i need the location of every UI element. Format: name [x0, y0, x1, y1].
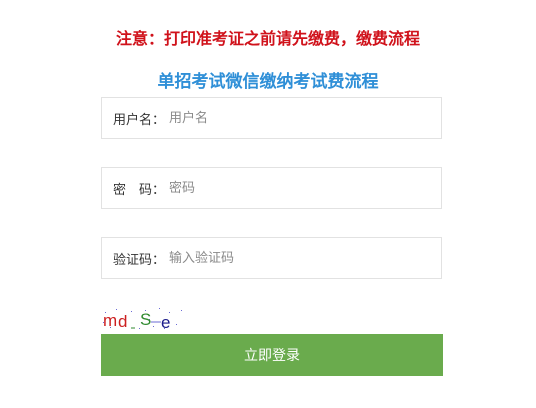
captcha-char: d: [118, 312, 127, 331]
captcha-label: 验证码：: [113, 252, 166, 268]
password-input[interactable]: [165, 169, 441, 207]
username-label: 用户名：: [113, 112, 166, 128]
username-input[interactable]: [165, 99, 441, 137]
captcha-char: S: [140, 310, 151, 329]
notice-text: 注意：打印准考证之前请先缴费，缴费流程: [115, 29, 420, 48]
username-field: 用户名：: [101, 97, 442, 139]
captcha-input[interactable]: [165, 239, 441, 277]
password-field: 密 码：: [101, 167, 442, 209]
captcha-field: 验证码：: [101, 237, 442, 279]
captcha-image[interactable]: m d S e: [101, 306, 185, 332]
password-label: 密 码：: [113, 182, 166, 198]
captcha-char: m: [103, 311, 117, 330]
captcha-char: e: [161, 313, 170, 332]
payment-flow-link[interactable]: 单招考试微信缴纳考试费流程: [0, 70, 536, 94]
login-button[interactable]: 立即登录: [101, 334, 443, 376]
